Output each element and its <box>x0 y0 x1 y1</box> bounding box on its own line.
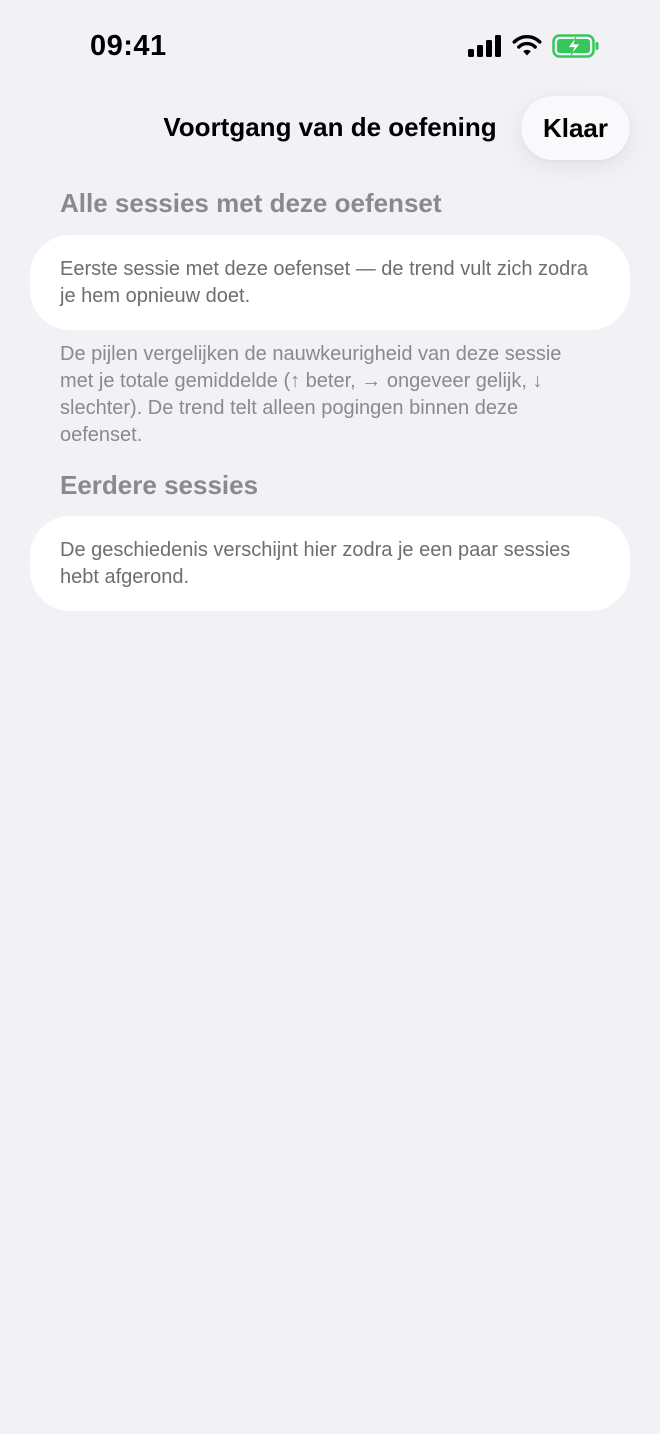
wifi-icon <box>512 35 542 56</box>
battery-charging-icon <box>552 34 599 58</box>
status-time: 09:41 <box>90 30 167 62</box>
all-sessions-card: Eerste sessie met deze oefenset — de tre… <box>30 235 630 330</box>
previous-sessions-message: De geschiedenis verschijnt hier zodra je… <box>60 539 571 588</box>
trend-explanation-footnote: De pijlen vergelijken de nauwkeurigheid … <box>60 343 562 446</box>
section-header-all-sessions: Alle sessies met deze oefenset <box>60 188 442 218</box>
section-header-previous-sessions: Eerdere sessies <box>60 470 259 500</box>
status-bar: 09:41 <box>0 0 660 96</box>
done-button[interactable]: Klaar <box>521 96 630 160</box>
status-icons <box>468 34 600 58</box>
all-sessions-message: Eerste sessie met deze oefenset — de tre… <box>60 258 589 307</box>
navigation-bar: Voortgang van de oefening Klaar <box>0 96 660 160</box>
previous-sessions-card: De geschiedenis verschijnt hier zodra je… <box>30 516 630 611</box>
signal-bars-icon <box>468 35 501 57</box>
